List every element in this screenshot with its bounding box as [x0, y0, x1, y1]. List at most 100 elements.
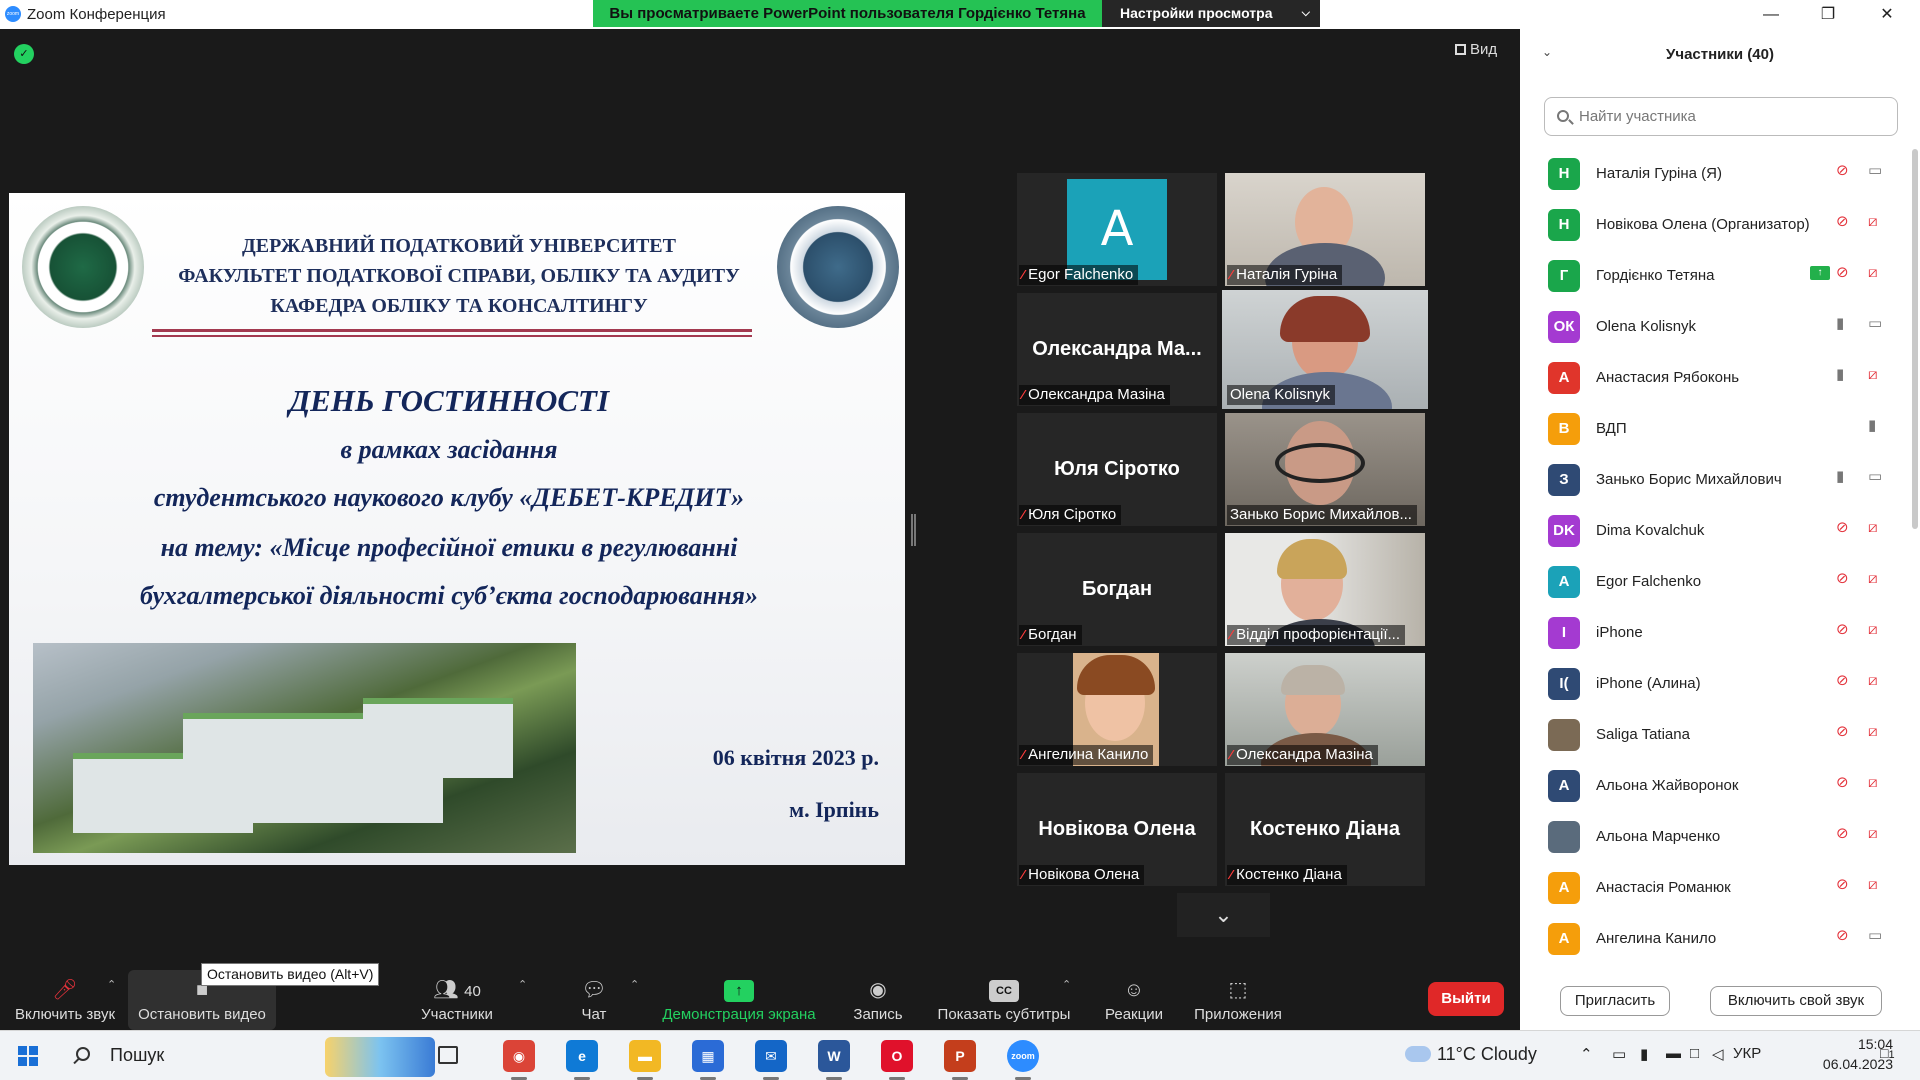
tile-name: Олександра Мазіна — [1236, 746, 1373, 763]
chrome-app-icon[interactable]: ◉ — [503, 1040, 535, 1072]
powerpoint-app-icon[interactable]: P — [944, 1040, 976, 1072]
mic-muted-icon: ∕ — [1022, 507, 1025, 522]
split-drag-handle[interactable] — [911, 514, 916, 546]
mic-muted-icon: ∕ — [1022, 627, 1025, 642]
video-tile[interactable]: Юля Сіротко ∕ Юля Сіротко — [1017, 413, 1217, 526]
participant-row[interactable]: Н Новікова Олена (Организатор) ⊘ ⧄ — [1520, 196, 1912, 247]
leave-button[interactable]: Выйти — [1428, 982, 1504, 1016]
video-tile[interactable]: A ∕ Egor Falchenko — [1017, 173, 1217, 286]
invite-button[interactable]: Пригласить — [1560, 986, 1670, 1016]
video-tile[interactable]: ∕ Олександра Мазіна — [1225, 653, 1425, 766]
mic-muted-icon: ∕ — [1230, 747, 1233, 762]
participant-avatar: I( — [1548, 668, 1580, 700]
maximize-icon[interactable]: ❐ — [1813, 4, 1843, 26]
participant-row[interactable]: I(iPhone (Алина) ⊘ ⧄ — [1520, 655, 1912, 706]
network-icon[interactable]: □ — [1690, 1045, 1699, 1062]
mic-muted-icon: ⊘ — [1836, 162, 1849, 179]
apps-button[interactable]: ⬚ Приложения — [1190, 970, 1286, 1030]
video-tile[interactable]: Костенко Діана ∕ Костенко Діана — [1225, 773, 1425, 886]
panel-scrollbar[interactable] — [1912, 149, 1918, 529]
explorer-app-icon[interactable]: ▬ — [629, 1040, 661, 1072]
word-app-icon[interactable]: W — [818, 1040, 850, 1072]
participant-row[interactable]: Saliga Tatiana ⊘ ⧄ — [1520, 706, 1912, 757]
audio-options-caret[interactable]: ⌃ — [107, 978, 116, 991]
participant-row[interactable]: Г Гордієнко Тетяна ↑ ⊘ ⧄ — [1520, 247, 1912, 298]
participant-row[interactable]: IiPhone ⊘ ⧄ — [1520, 604, 1912, 655]
participant-row[interactable]: Альона Марченко ⊘ ⧄ — [1520, 808, 1912, 859]
participant-avatar — [1548, 821, 1580, 853]
video-tile[interactable]: Олександра Ма... ∕ Олександра Мазіна — [1017, 293, 1217, 406]
participants-icon: 👥︎ 40 — [433, 979, 481, 1001]
participant-row[interactable]: A Egor Falchenko ⊘ ⧄ — [1520, 553, 1912, 604]
tray-overflow-icon[interactable]: ⌃ — [1580, 1045, 1593, 1063]
participant-search-input[interactable]: Найти участника — [1544, 97, 1898, 136]
store-app-icon[interactable]: ▦ — [692, 1040, 724, 1072]
zoom-app-icon[interactable]: zoom — [1007, 1040, 1039, 1072]
tray-mic-icon[interactable]: ▮ — [1640, 1045, 1648, 1063]
window-title: Zoom Конференция — [27, 6, 166, 23]
notification-center-icon[interactable]: □1 — [1880, 1045, 1895, 1061]
view-button[interactable]: Вид — [1455, 41, 1497, 58]
video-off-icon: ⧄ — [1868, 723, 1878, 740]
slide-university: ДЕРЖАВНИЙ ПОДАТКОВИЙ УНІВЕРСИТЕТ — [242, 235, 676, 257]
captions-icon: CC — [936, 974, 1072, 1006]
slide-date: 06 квітня 2023 р. — [712, 745, 879, 770]
participant-name: Наталія Гуріна (Я) — [1596, 165, 1723, 182]
chat-button[interactable]: 💬︎ Чат — [566, 970, 622, 1030]
video-tile[interactable]: Занько Борис Михайлов... — [1225, 413, 1425, 526]
video-tile[interactable]: Новікова Олена ∕ Новікова Олена — [1017, 773, 1217, 886]
video-tile[interactable]: ∕ Ангелина Канило — [1017, 653, 1217, 766]
weather-widget[interactable]: 11°C Cloudy — [1405, 1044, 1537, 1065]
participant-row[interactable]: DK Dima Kovalchuk ⊘ ⧄ — [1520, 502, 1912, 553]
record-button[interactable]: ◉ Запись — [848, 970, 908, 1030]
mail-app-icon[interactable]: ✉ — [755, 1040, 787, 1072]
video-tile[interactable]: Богдан ∕ Богдан — [1017, 533, 1217, 646]
reactions-button[interactable]: ☺ Реакции — [1099, 970, 1169, 1030]
video-tile-active-speaker[interactable]: Olena Kolisnyk — [1222, 290, 1428, 409]
edge-app-icon[interactable]: e — [566, 1040, 598, 1072]
opera-app-icon[interactable]: O — [881, 1040, 913, 1072]
video-tile[interactable]: ∕ Відділ профорієнтації... — [1225, 533, 1425, 646]
mic-muted-icon: ∕ — [1230, 267, 1233, 282]
keyboard-language[interactable]: УКР — [1733, 1045, 1761, 1062]
share-screen-button[interactable]: ↑ Демонстрация экрана — [659, 970, 819, 1030]
taskbar-search[interactable]: Пошук — [60, 1031, 440, 1080]
captions-options-caret[interactable]: ⌃ — [1062, 978, 1071, 991]
tile-name: Наталія Гуріна — [1236, 266, 1338, 283]
mic-icon: ▮ — [1868, 417, 1877, 434]
volume-icon[interactable]: ◁ — [1712, 1045, 1724, 1063]
participant-row[interactable]: А Анастасія Романюк ⊘ ⧄ — [1520, 859, 1912, 910]
participants-button[interactable]: 👥︎ 40 Участники — [414, 970, 500, 1030]
participant-avatar: А — [1548, 770, 1580, 802]
unmute-me-button[interactable]: Включить свой звук — [1710, 986, 1882, 1016]
tiles-next-page-button[interactable]: ⌄ — [1177, 893, 1270, 937]
participants-options-caret[interactable]: ⌃ — [518, 978, 527, 991]
unmute-button[interactable]: 🎤︎ Включить звук — [10, 970, 120, 1030]
mic-muted-icon: ∕ — [1230, 867, 1233, 882]
windows-start-icon[interactable] — [18, 1046, 38, 1066]
windows-taskbar: Пошук ◉ e ▬ ▦ ✉ W O Pzoom 11°C Cloudy ⌃ ▭ ▮ ▬ □… — [0, 1030, 1920, 1080]
tray-device-icon[interactable]: ▭ — [1612, 1045, 1626, 1063]
participant-row[interactable]: А Ангелина Канило ⊘ ▭ — [1520, 910, 1912, 961]
chat-options-caret[interactable]: ⌃ — [630, 978, 639, 991]
participant-row[interactable]: А Анастасия Рябоконь ▮ ⧄ — [1520, 349, 1912, 400]
participant-avatar: Г — [1548, 260, 1580, 292]
battery-icon[interactable]: ▬ — [1666, 1045, 1681, 1062]
view-settings-button[interactable]: Настройки просмотра ⌵ — [1102, 0, 1320, 27]
participant-row[interactable]: В ВДП ▮ — [1520, 400, 1912, 451]
participant-name: Гордієнко Тетяна — [1596, 267, 1715, 284]
participant-row[interactable]: Н Наталія Гуріна (Я) ⊘ ▭ — [1520, 145, 1912, 196]
captions-button[interactable]: CC Показать субтитры — [936, 970, 1072, 1030]
tile-name: Богдан — [1028, 626, 1077, 643]
minimize-icon[interactable]: — — [1756, 4, 1786, 26]
close-icon[interactable]: ✕ — [1872, 4, 1902, 26]
participant-row[interactable]: З Занько Борис Михайлович ▮ ▭ — [1520, 451, 1912, 502]
chevron-down-icon: ⌵ — [1301, 7, 1310, 19]
participant-row[interactable]: ОК Olena Kolisnyk ▮ ▭ — [1520, 298, 1912, 349]
video-tile[interactable]: ∕ Наталія Гуріна — [1225, 173, 1425, 286]
task-view-icon[interactable] — [438, 1046, 458, 1064]
participant-row[interactable]: А Альона Жайворонок ⊘ ⧄ — [1520, 757, 1912, 808]
tile-name-label: Olena Kolisnyk — [1227, 385, 1336, 405]
shield-icon[interactable]: ✓ — [14, 44, 34, 64]
tile-name-label: ∕ Egor Falchenko — [1019, 265, 1139, 285]
